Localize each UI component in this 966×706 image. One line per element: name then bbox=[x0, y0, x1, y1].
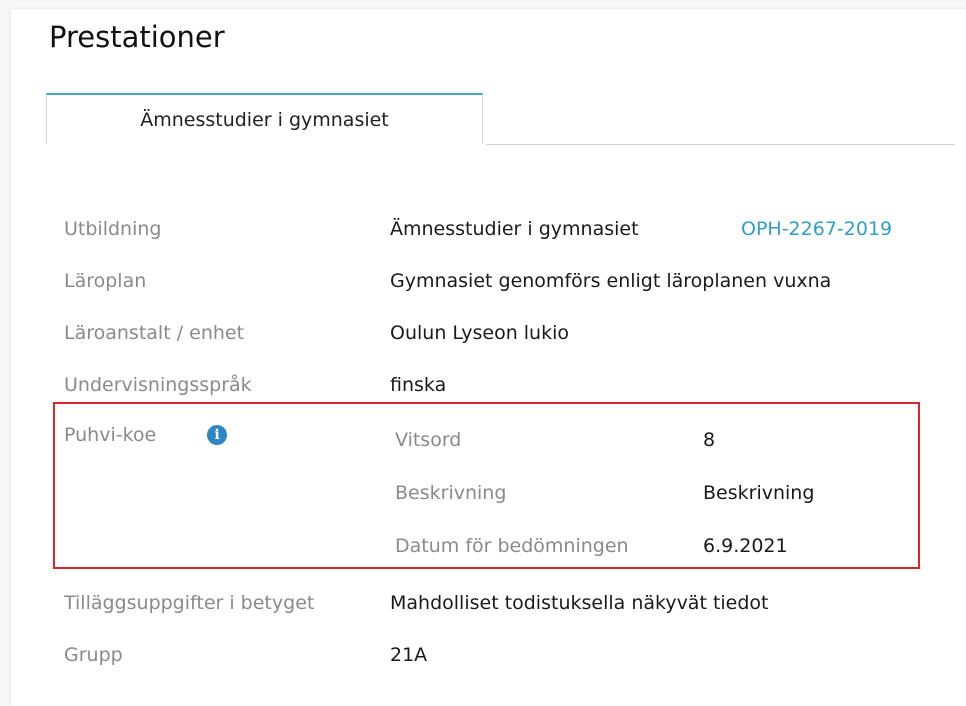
tab-amnesstudier[interactable]: Ämnesstudier i gymnasiet bbox=[46, 93, 483, 144]
detail-row-laroplan: Läroplan Gymnasiet genomförs enligt läro… bbox=[0, 266, 966, 296]
puhvi-row-datum: Datum för bedömningen 6.9.2021 bbox=[0, 531, 966, 561]
laroplan-value: Gymnasiet genomförs enligt läroplanen vu… bbox=[390, 270, 832, 292]
datum-label: Datum för bedömningen bbox=[395, 535, 629, 557]
utbildning-value: Ämnesstudier i gymnasiet bbox=[390, 218, 639, 240]
puhvi-row-beskrivning: Beskrivning Beskrivning bbox=[0, 478, 966, 508]
undervisningssprak-value: finska bbox=[390, 374, 447, 396]
tab-bar: Ämnesstudier i gymnasiet bbox=[46, 93, 955, 145]
tillagg-value: Mahdolliset todistuksella näkyvät tiedot bbox=[390, 592, 769, 614]
laroanstalt-label: Läroanstalt / enhet bbox=[64, 322, 245, 344]
laroanstalt-value: Oulun Lyseon lukio bbox=[390, 322, 570, 344]
utbildning-label: Utbildning bbox=[64, 218, 162, 240]
page-title: Prestationer bbox=[49, 20, 225, 54]
laroplan-label: Läroplan bbox=[64, 270, 147, 292]
vitsord-value: 8 bbox=[703, 429, 716, 451]
grupp-label: Grupp bbox=[64, 644, 123, 666]
detail-row-tillagg: Tilläggsuppgifter i betyget Mahdolliset … bbox=[0, 588, 966, 618]
beskrivning-label: Beskrivning bbox=[395, 482, 507, 504]
beskrivning-value: Beskrivning bbox=[703, 482, 815, 504]
utbildning-oid-link[interactable]: OPH-2267-2019 bbox=[741, 214, 892, 244]
vitsord-label: Vitsord bbox=[395, 429, 462, 451]
puhvi-row-vitsord: Vitsord 8 bbox=[0, 425, 966, 455]
tab-divider bbox=[486, 144, 955, 145]
grupp-value: 21A bbox=[390, 644, 428, 666]
tillagg-label: Tilläggsuppgifter i betyget bbox=[64, 592, 315, 614]
detail-row-undervisningssprak: Undervisningsspråk finska bbox=[0, 370, 966, 400]
datum-value: 6.9.2021 bbox=[703, 535, 788, 557]
detail-row-grupp: Grupp 21A bbox=[0, 640, 966, 670]
undervisningssprak-label: Undervisningsspråk bbox=[64, 374, 252, 396]
detail-row-laroanstalt: Läroanstalt / enhet Oulun Lyseon lukio bbox=[0, 318, 966, 348]
detail-row-utbildning: Utbildning Ämnesstudier i gymnasiet OPH-… bbox=[0, 214, 966, 244]
